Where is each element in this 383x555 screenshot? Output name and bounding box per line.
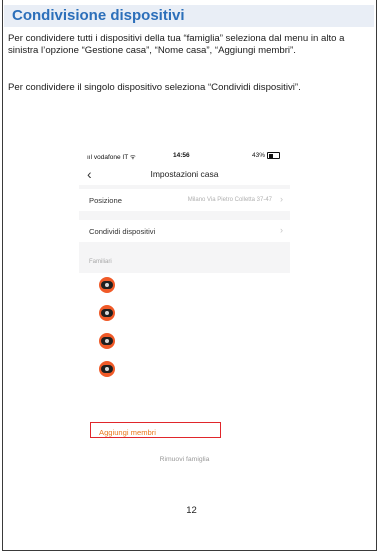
page-title: Condivisione dispositivi bbox=[12, 7, 185, 24]
location-label: Posizione bbox=[89, 196, 122, 205]
battery-label: 43% bbox=[252, 152, 280, 159]
paragraph-family-sharing: Per condividere tutti i dispositivi dell… bbox=[8, 33, 345, 56]
remove-family-row[interactable]: Rimuovi famiglia bbox=[79, 450, 290, 470]
robot-avatar-icon bbox=[99, 305, 115, 321]
member-row[interactable] bbox=[79, 357, 290, 385]
clock-label: 14:56 bbox=[173, 152, 190, 159]
chevron-right-icon: › bbox=[280, 194, 283, 204]
remove-family-button[interactable]: Rimuovi famiglia bbox=[79, 456, 290, 463]
screen-title: Impostazioni casa bbox=[150, 169, 219, 179]
section-header: Condivisione dispositivi bbox=[4, 5, 374, 27]
carrier-label: ııl vodafone IT ᯤ bbox=[87, 154, 136, 161]
robot-avatar-icon bbox=[99, 361, 115, 377]
wifi-icon: ᯤ bbox=[128, 154, 136, 161]
battery-icon bbox=[267, 152, 280, 159]
location-row[interactable]: Posizione Milano Via Pietro Colletta 37-… bbox=[79, 189, 290, 211]
status-bar: ııl vodafone IT ᯤ 14:56 43% bbox=[79, 147, 290, 165]
robot-avatar-icon bbox=[99, 333, 115, 349]
member-row[interactable] bbox=[79, 329, 290, 357]
phone-screenshot: ııl vodafone IT ᯤ 14:56 43% ‹ Impostazio… bbox=[79, 147, 290, 470]
member-row[interactable] bbox=[79, 301, 290, 329]
paragraph-single-device: Per condividere il singolo dispositivo s… bbox=[8, 82, 301, 93]
location-value: Milano Via Pietro Colletta 37-47 bbox=[187, 197, 272, 203]
chevron-right-icon: › bbox=[280, 225, 283, 235]
signal-icon: ııl bbox=[87, 154, 94, 161]
page-number: 12 bbox=[186, 505, 197, 516]
highlight-box bbox=[90, 422, 221, 438]
robot-avatar-icon bbox=[99, 277, 115, 293]
nav-bar: ‹ Impostazioni casa bbox=[79, 165, 290, 185]
share-devices-row[interactable]: Condividi dispositivi › bbox=[79, 220, 290, 242]
members-group-label: Familiari bbox=[89, 259, 112, 265]
share-devices-label: Condividi dispositivi bbox=[89, 227, 156, 236]
member-row[interactable] bbox=[79, 273, 290, 301]
